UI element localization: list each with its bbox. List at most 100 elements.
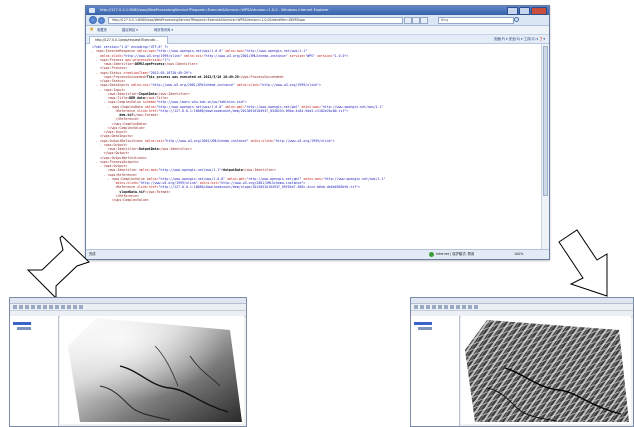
layer-table-of-contents	[10, 316, 59, 426]
gis-tool-icon[interactable]	[456, 305, 460, 309]
gis-tool-icon[interactable]	[438, 305, 442, 309]
search-icon[interactable]	[514, 17, 519, 22]
xml-token: "http://127.0.0.1:18080/downloadcount/de…	[158, 185, 361, 190]
globe-icon	[429, 252, 434, 257]
favorites-bar: ★ 收藏夹 建议网站 ▾ 网页快讯库 ▾	[86, 26, 549, 35]
xml-token: xmlns:xsi=	[131, 83, 151, 88]
gis-tool-icon[interactable]	[13, 305, 17, 309]
gis-tool-icon[interactable]	[61, 305, 65, 309]
gis-tool-icon[interactable]	[462, 305, 466, 309]
favorites-button[interactable]: 收藏夹	[97, 26, 107, 34]
arrow-right-down-icon	[558, 229, 608, 297]
compatibility-button[interactable]	[420, 17, 428, 24]
favorites-link-webslice[interactable]: 网页快讯库 ▾	[154, 26, 173, 34]
close-button[interactable]	[531, 7, 547, 15]
xml-token: </ows:Identifier>	[164, 62, 198, 66]
gis-tool-icon[interactable]	[19, 305, 23, 309]
layer-item-legend[interactable]	[17, 327, 31, 330]
xml-token: "http://www.w3.org/2001/XMLSchema-instan…	[164, 138, 251, 143]
address-bar[interactable]: http://127.0.0.1:8080/wps/WebProcessingS…	[108, 17, 403, 24]
xml-token: </ows:Format>	[144, 189, 171, 194]
xml-token: xmlns:xlink=	[250, 138, 274, 143]
xml-line: </wps:ComplexValue>	[92, 198, 541, 202]
minimize-button[interactable]	[507, 7, 518, 15]
forward-button[interactable]	[98, 16, 105, 24]
map-view[interactable]	[60, 316, 244, 424]
xml-token: "WPS"	[305, 53, 318, 58]
gis-toolbar	[411, 304, 633, 311]
stop-button[interactable]	[412, 17, 420, 24]
star-icon[interactable]: ★	[89, 27, 95, 33]
xml-token: "http://www.w3.org/2001/XMLSchema-instan…	[150, 83, 237, 88]
gis-toolbar	[10, 304, 246, 311]
xml-token: </ows:Identifier>	[242, 168, 276, 173]
vertical-scrollbar[interactable]	[541, 44, 549, 249]
command-bar[interactable]: 页面(P) ▾ 安全(S) ▾ 工具(O) ▾ ❓▾	[494, 35, 545, 43]
gis-tool-icon[interactable]	[79, 305, 83, 309]
xml-token: "http://www.w3.org/2001/XMLSchema-instan…	[203, 53, 290, 58]
xml-token: </wps:ComplexValue>	[92, 198, 149, 202]
gis-tool-icon[interactable]	[49, 305, 53, 309]
gis-tool-icon[interactable]	[43, 305, 47, 309]
xml-token: OutputData	[138, 147, 159, 151]
gis-tool-icon[interactable]	[474, 305, 478, 309]
xml-token: </wps:ProcessSucceeded>	[238, 74, 284, 79]
maximize-button[interactable]	[519, 7, 530, 15]
arrow-left-down-icon	[26, 235, 90, 300]
xml-token: "http://www.w3.org/1999/xlink">	[260, 83, 321, 88]
gis-tool-icon[interactable]	[426, 305, 430, 309]
layer-table-of-contents	[411, 316, 460, 426]
navigation-bar: http://127.0.0.1:8080/wps/WebProcessingS…	[86, 15, 549, 26]
tab-active[interactable]: http://127.0.0.1/wps/request?Execute...	[89, 36, 168, 44]
scrollbar-thumb[interactable]	[543, 46, 548, 196]
xml-token: </ows:Identifier>	[158, 147, 192, 151]
xml-token: xmlns:xsi=	[144, 138, 165, 143]
layer-item-slope[interactable]	[414, 322, 432, 325]
gis-tool-icon[interactable]	[414, 305, 418, 309]
gis-tool-icon[interactable]	[31, 305, 35, 309]
refresh-button[interactable]	[404, 17, 412, 24]
ie-icon	[89, 8, 95, 13]
xml-token: version=	[317, 53, 333, 58]
search-input[interactable]: Bing	[438, 17, 514, 24]
title-bar: http://127.0.0.1:8080/wps/WebProcessingS…	[86, 6, 549, 15]
xml-token: OutputData	[223, 168, 243, 173]
xml-token: "http://www.opengis.net/ows/1.1"	[322, 176, 386, 181]
gis-tool-icon[interactable]	[55, 305, 59, 309]
status-bar: 完成 Internet | 保护模式: 禁用 100%	[86, 249, 549, 259]
dem-raster-image	[68, 318, 242, 422]
tab-bar: http://127.0.0.1/wps/request?Execute... …	[86, 35, 549, 44]
xml-token: DEMSlopeProcess	[135, 62, 165, 66]
window-title: http://127.0.0.1:8080/wps/WebProcessingS…	[100, 8, 329, 12]
favorites-link-suggested[interactable]: 建议网站 ▾	[122, 26, 138, 34]
zoom-level[interactable]: 100%	[514, 250, 523, 259]
xml-token: "1.0.0">	[332, 53, 349, 58]
gis-tool-icon[interactable]	[468, 305, 472, 309]
xml-token: xmlns:ows=	[303, 176, 323, 181]
gis-tool-icon[interactable]	[432, 305, 436, 309]
dem-raster-window	[9, 297, 247, 427]
xml-token: "http://www.w3.org/1999/xlink">	[274, 138, 335, 143]
xml-token: xmlns:ows=	[138, 168, 159, 173]
back-button[interactable]	[89, 16, 97, 24]
gis-tool-icon[interactable]	[37, 305, 41, 309]
xml-token: "http://127.0.0.1:18080/downloadcount/de…	[158, 108, 349, 113]
gis-tool-icon[interactable]	[73, 305, 77, 309]
browser-window: http://127.0.0.1:8080/wps/WebProcessingS…	[85, 5, 550, 260]
gis-tool-icon[interactable]	[25, 305, 29, 309]
xml-viewer: <?xml version="1.0" encoding="UTF-8" ?> -…	[86, 44, 541, 249]
xml-token: xmlns:xsi=	[183, 53, 204, 58]
gis-tool-icon[interactable]	[420, 305, 424, 309]
gis-tool-icon[interactable]	[444, 305, 448, 309]
layer-item-legend[interactable]	[418, 327, 432, 330]
slope-raster-window	[410, 297, 634, 427]
layer-item-dem[interactable]	[13, 322, 31, 325]
xml-document: <?xml version="1.0" encoding="UTF-8" ?> -…	[86, 44, 541, 202]
gis-tool-icon[interactable]	[450, 305, 454, 309]
xml-token: "http://www.opengis.net/ows/1.1">	[158, 168, 224, 173]
slope-raster-image	[465, 320, 629, 422]
security-zone: Internet | 保护模式: 禁用	[436, 252, 475, 256]
xml-token: This process was executed at 2013/5/16 1…	[146, 74, 239, 79]
gis-tool-icon[interactable]	[67, 305, 71, 309]
map-view[interactable]	[461, 316, 631, 424]
